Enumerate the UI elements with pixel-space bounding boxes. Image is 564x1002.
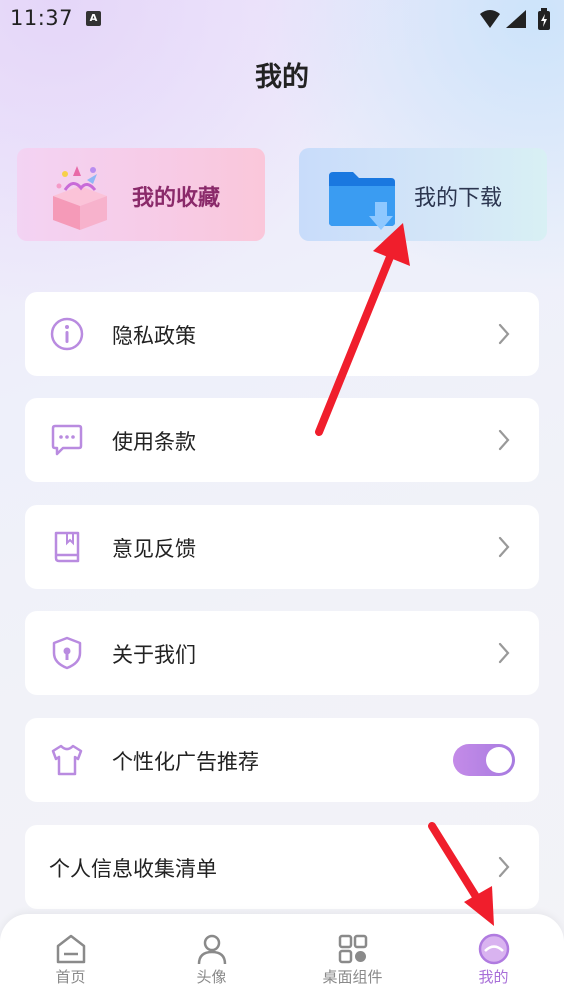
- widgets-icon: [338, 934, 368, 964]
- menu-item-label: 关于我们: [112, 643, 196, 667]
- notification-icon: A: [86, 11, 101, 26]
- bottom-nav: 首页 头像 桌面组件 我的: [0, 914, 564, 1002]
- nav-label: 我的: [478, 968, 509, 986]
- home-icon: [56, 934, 86, 964]
- nav-item-avatar[interactable]: 头像: [141, 914, 282, 1002]
- system-status-icons: [480, 8, 550, 30]
- book-icon: [54, 531, 80, 563]
- menu-item-label: 意见反馈: [112, 537, 196, 561]
- nav-item-mine[interactable]: 我的: [423, 914, 564, 1002]
- chat-bubble-icon: [51, 424, 83, 456]
- favorites-card[interactable]: 我的收藏: [17, 148, 265, 241]
- info-icon: [50, 317, 84, 351]
- chevron-right-icon: [498, 429, 510, 451]
- chevron-right-icon: [498, 323, 510, 345]
- menu-item-label: 个人信息收集清单: [49, 857, 217, 881]
- wifi-icon: [480, 10, 500, 28]
- nav-item-home[interactable]: 首页: [0, 914, 141, 1002]
- gift-box-icon: [53, 166, 107, 230]
- nav-item-widgets[interactable]: 桌面组件: [282, 914, 423, 1002]
- chevron-right-icon: [498, 856, 510, 878]
- person-icon: [197, 934, 227, 965]
- chevron-right-icon: [498, 536, 510, 558]
- toggle-knob: [486, 747, 512, 773]
- menu-item-personal-info-list[interactable]: 个人信息收集清单: [25, 825, 539, 909]
- status-time: 11:37: [10, 6, 74, 30]
- page-title: 我的: [255, 62, 309, 93]
- shield-lock-icon: [52, 636, 82, 670]
- chevron-right-icon: [498, 642, 510, 664]
- downloads-card[interactable]: 我的下载: [299, 148, 547, 241]
- status-bar: 11:37 A: [0, 0, 564, 40]
- nav-label: 桌面组件: [322, 968, 383, 986]
- menu-item-label: 隐私政策: [112, 324, 196, 348]
- profile-circle-icon: [478, 933, 510, 965]
- folder-download-icon: [329, 172, 395, 230]
- favorites-label: 我的收藏: [132, 186, 221, 211]
- menu-item-feedback[interactable]: 意见反馈: [25, 505, 539, 589]
- tshirt-icon: [51, 744, 83, 776]
- nav-label: 头像: [196, 968, 227, 986]
- menu-item-privacy-policy[interactable]: 隐私政策: [25, 292, 539, 376]
- nav-label: 首页: [55, 968, 86, 986]
- menu-item-label: 使用条款: [112, 430, 196, 454]
- menu-item-personalized-ads: 个性化广告推荐: [25, 718, 539, 802]
- menu-item-about-us[interactable]: 关于我们: [25, 611, 539, 695]
- personalized-ads-toggle[interactable]: [453, 744, 515, 776]
- downloads-label: 我的下载: [414, 186, 503, 211]
- menu-item-terms-of-use[interactable]: 使用条款: [25, 398, 539, 482]
- signal-icon: [506, 10, 526, 28]
- menu-item-label: 个性化广告推荐: [112, 750, 259, 774]
